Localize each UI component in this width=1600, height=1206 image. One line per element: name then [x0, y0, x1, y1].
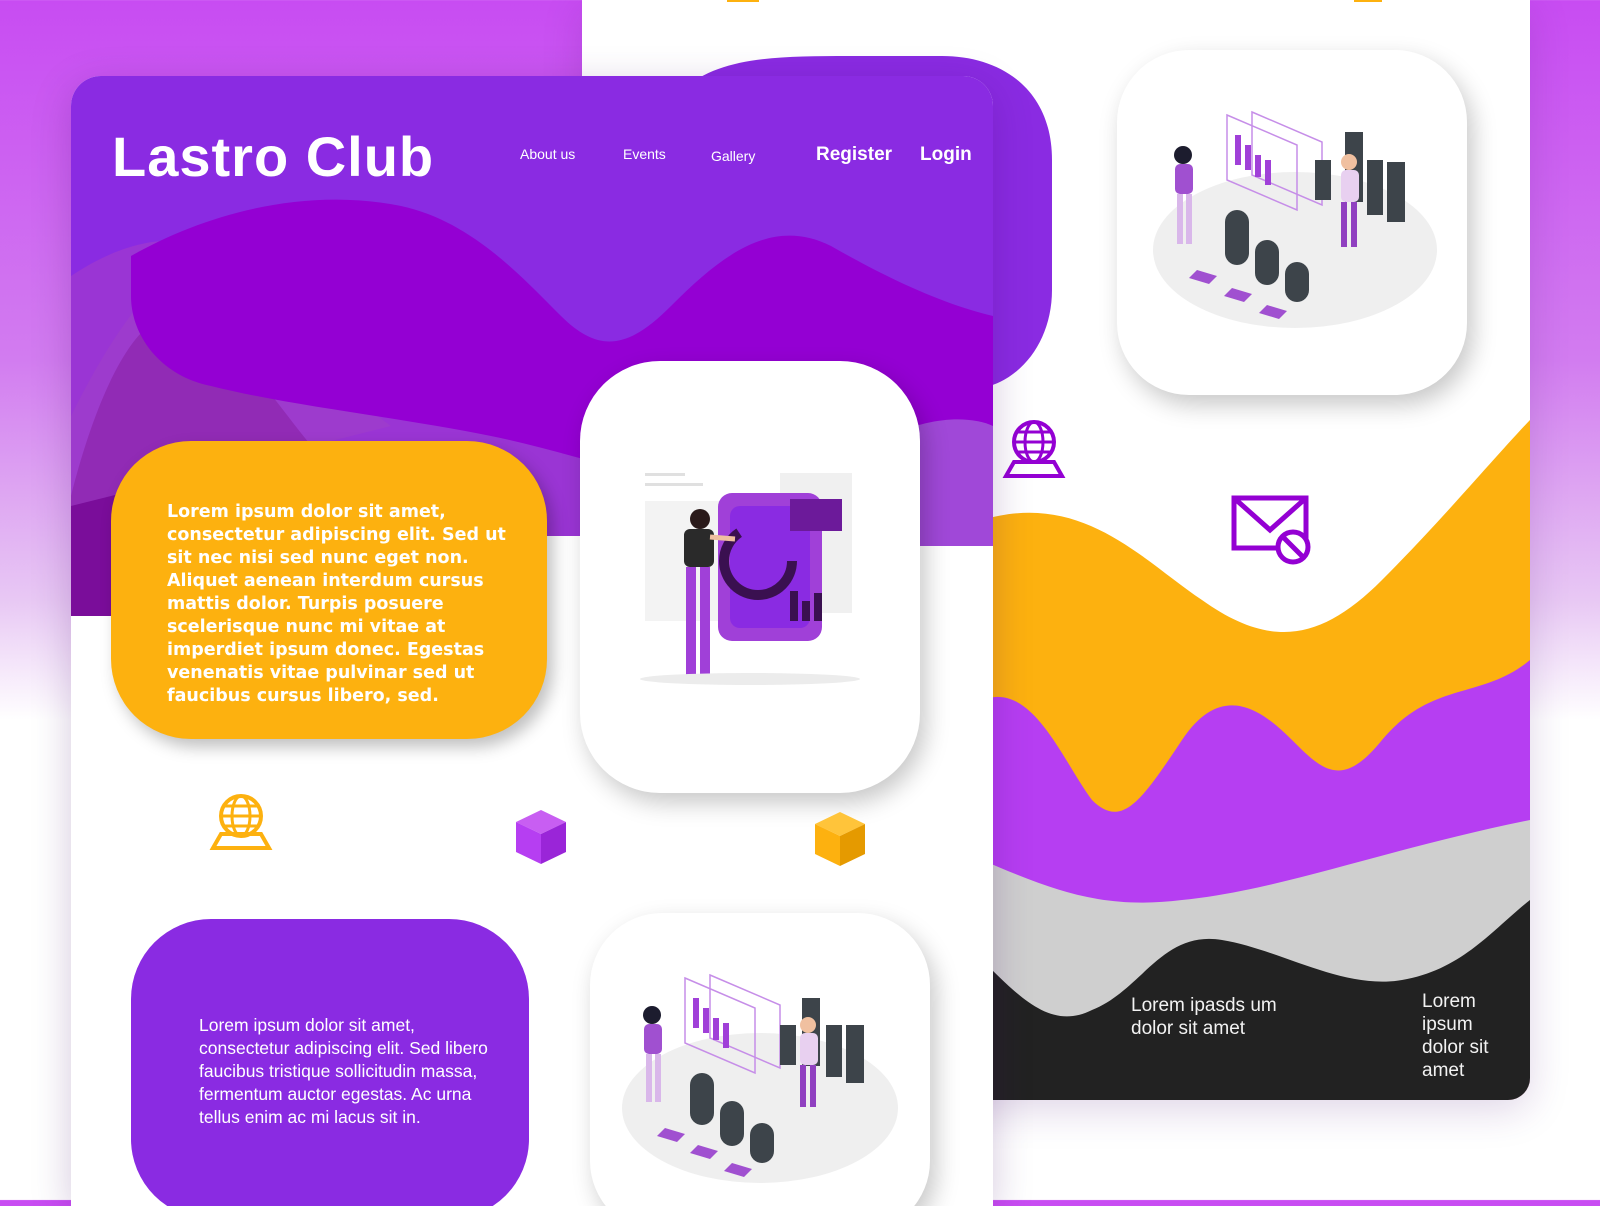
intro-card: Lorem ipsum dolor sit amet, consectetur … — [111, 441, 547, 739]
cube-icon — [815, 812, 865, 866]
globe-icon — [1002, 420, 1066, 478]
nav-events[interactable]: Events — [623, 146, 666, 162]
analytics-illustration-card — [590, 913, 930, 1206]
cube-icon — [516, 810, 566, 864]
footer-text-1: Lorem ipasds um dolor sit amet — [1131, 995, 1277, 1039]
landing-page-mockup: Lastro Club About us Events Gallery Regi… — [71, 76, 993, 1206]
people-charts-illustration — [622, 973, 898, 1183]
analytics-illustration-card — [1117, 50, 1467, 395]
register-link[interactable]: Register — [816, 144, 892, 166]
analyst-chart-illustration — [640, 473, 860, 685]
login-link[interactable]: Login — [920, 144, 972, 166]
nav-gallery[interactable]: Gallery — [711, 148, 755, 164]
mail-blocked-icon — [1231, 495, 1311, 565]
info-card: Lorem ipsum dolor sit amet, consectetur … — [131, 919, 529, 1206]
nav-about-us[interactable]: About us — [520, 146, 575, 162]
globe-icon — [209, 794, 273, 850]
footer-text-2: Lorem ipsum dolor sit amet — [1422, 991, 1489, 1081]
intro-card-text: Lorem ipsum dolor sit amet, consectetur … — [167, 502, 506, 706]
analyst-illustration-card — [580, 361, 920, 793]
brand-title[interactable]: Lastro Club — [112, 124, 434, 189]
info-card-text: Lorem ipsum dolor sit amet, consectetur … — [199, 1015, 488, 1127]
people-charts-illustration — [1153, 110, 1437, 328]
